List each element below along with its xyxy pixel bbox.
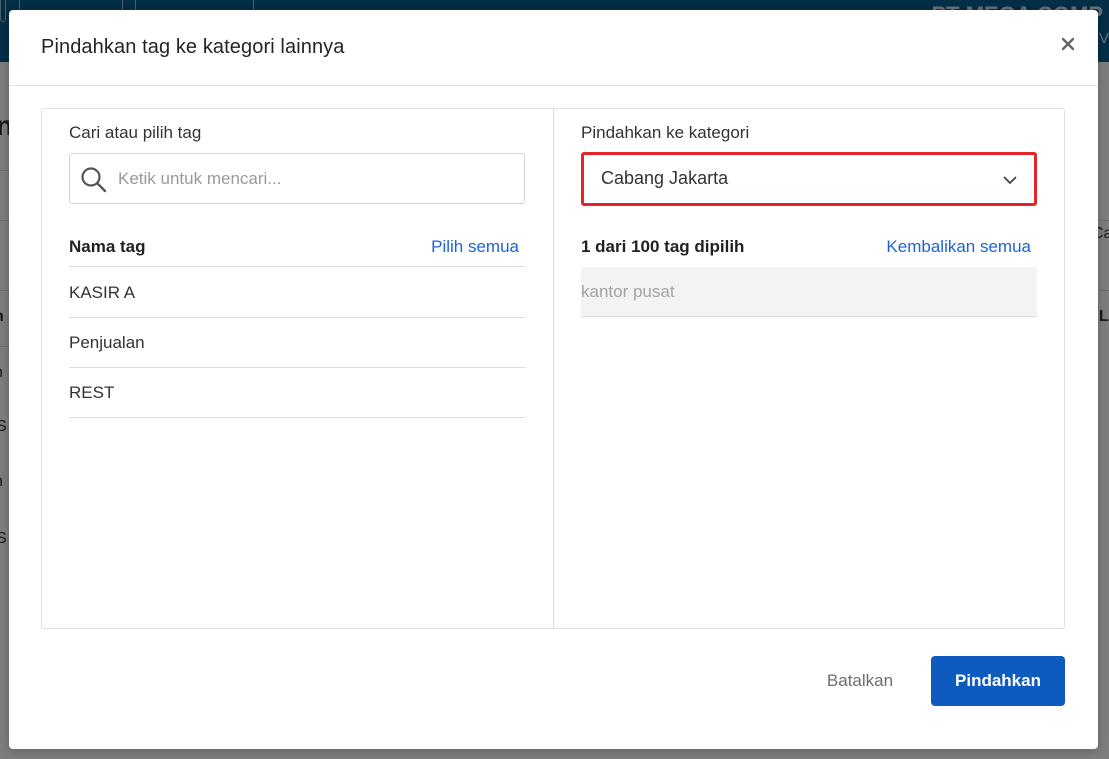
category-select[interactable]: Cabang Jakarta: [581, 152, 1037, 206]
transfer-panel: Cari atau pilih tag Nama tag Pilih semua…: [41, 108, 1065, 629]
search-input[interactable]: [118, 154, 518, 203]
chevron-down-icon: [1003, 176, 1017, 184]
cancel-button[interactable]: Batalkan: [823, 656, 897, 706]
move-tag-dialog: Pindahkan tag ke kategori lainnya Cari a…: [9, 10, 1098, 749]
tag-name-column-header: Nama tag: [69, 237, 146, 256]
panel-divider: [553, 109, 554, 628]
select-all-link[interactable]: Pilih semua: [431, 237, 519, 257]
tag-item-kasir-a[interactable]: KASIR A: [69, 268, 525, 318]
dialog-header: Pindahkan tag ke kategori lainnya: [9, 10, 1098, 86]
close-button[interactable]: [1056, 32, 1080, 56]
search-label: Cari atau pilih tag: [69, 123, 202, 142]
selected-tag-kantor-pusat[interactable]: kantor pusat: [581, 267, 1037, 317]
tag-source-column: Cari atau pilih tag Nama tag Pilih semua…: [69, 109, 526, 628]
search-icon: [81, 167, 107, 193]
tag-list-header: Nama tag Pilih semua: [69, 237, 525, 267]
category-select-value: Cabang Jakarta: [601, 168, 729, 188]
selected-count: 1 dari 100 tag dipilih: [581, 237, 745, 256]
restore-all-link[interactable]: Kembalikan semua: [886, 237, 1031, 257]
selected-list-header: 1 dari 100 tag dipilih Kembalikan semua: [581, 237, 1037, 267]
dialog-title: Pindahkan tag ke kategori lainnya: [41, 36, 345, 58]
move-button[interactable]: Pindahkan: [931, 656, 1065, 706]
tag-item-rest[interactable]: REST: [69, 368, 525, 418]
search-box[interactable]: [69, 153, 525, 204]
tag-item-penjualan[interactable]: Penjualan: [69, 318, 525, 368]
tag-list: KASIR A Penjualan REST: [69, 268, 525, 418]
category-label: Pindahkan ke kategori: [581, 123, 750, 142]
tag-target-column: Pindahkan ke kategori Cabang Jakarta 1 d…: [581, 109, 1038, 628]
close-icon: [1061, 37, 1075, 51]
